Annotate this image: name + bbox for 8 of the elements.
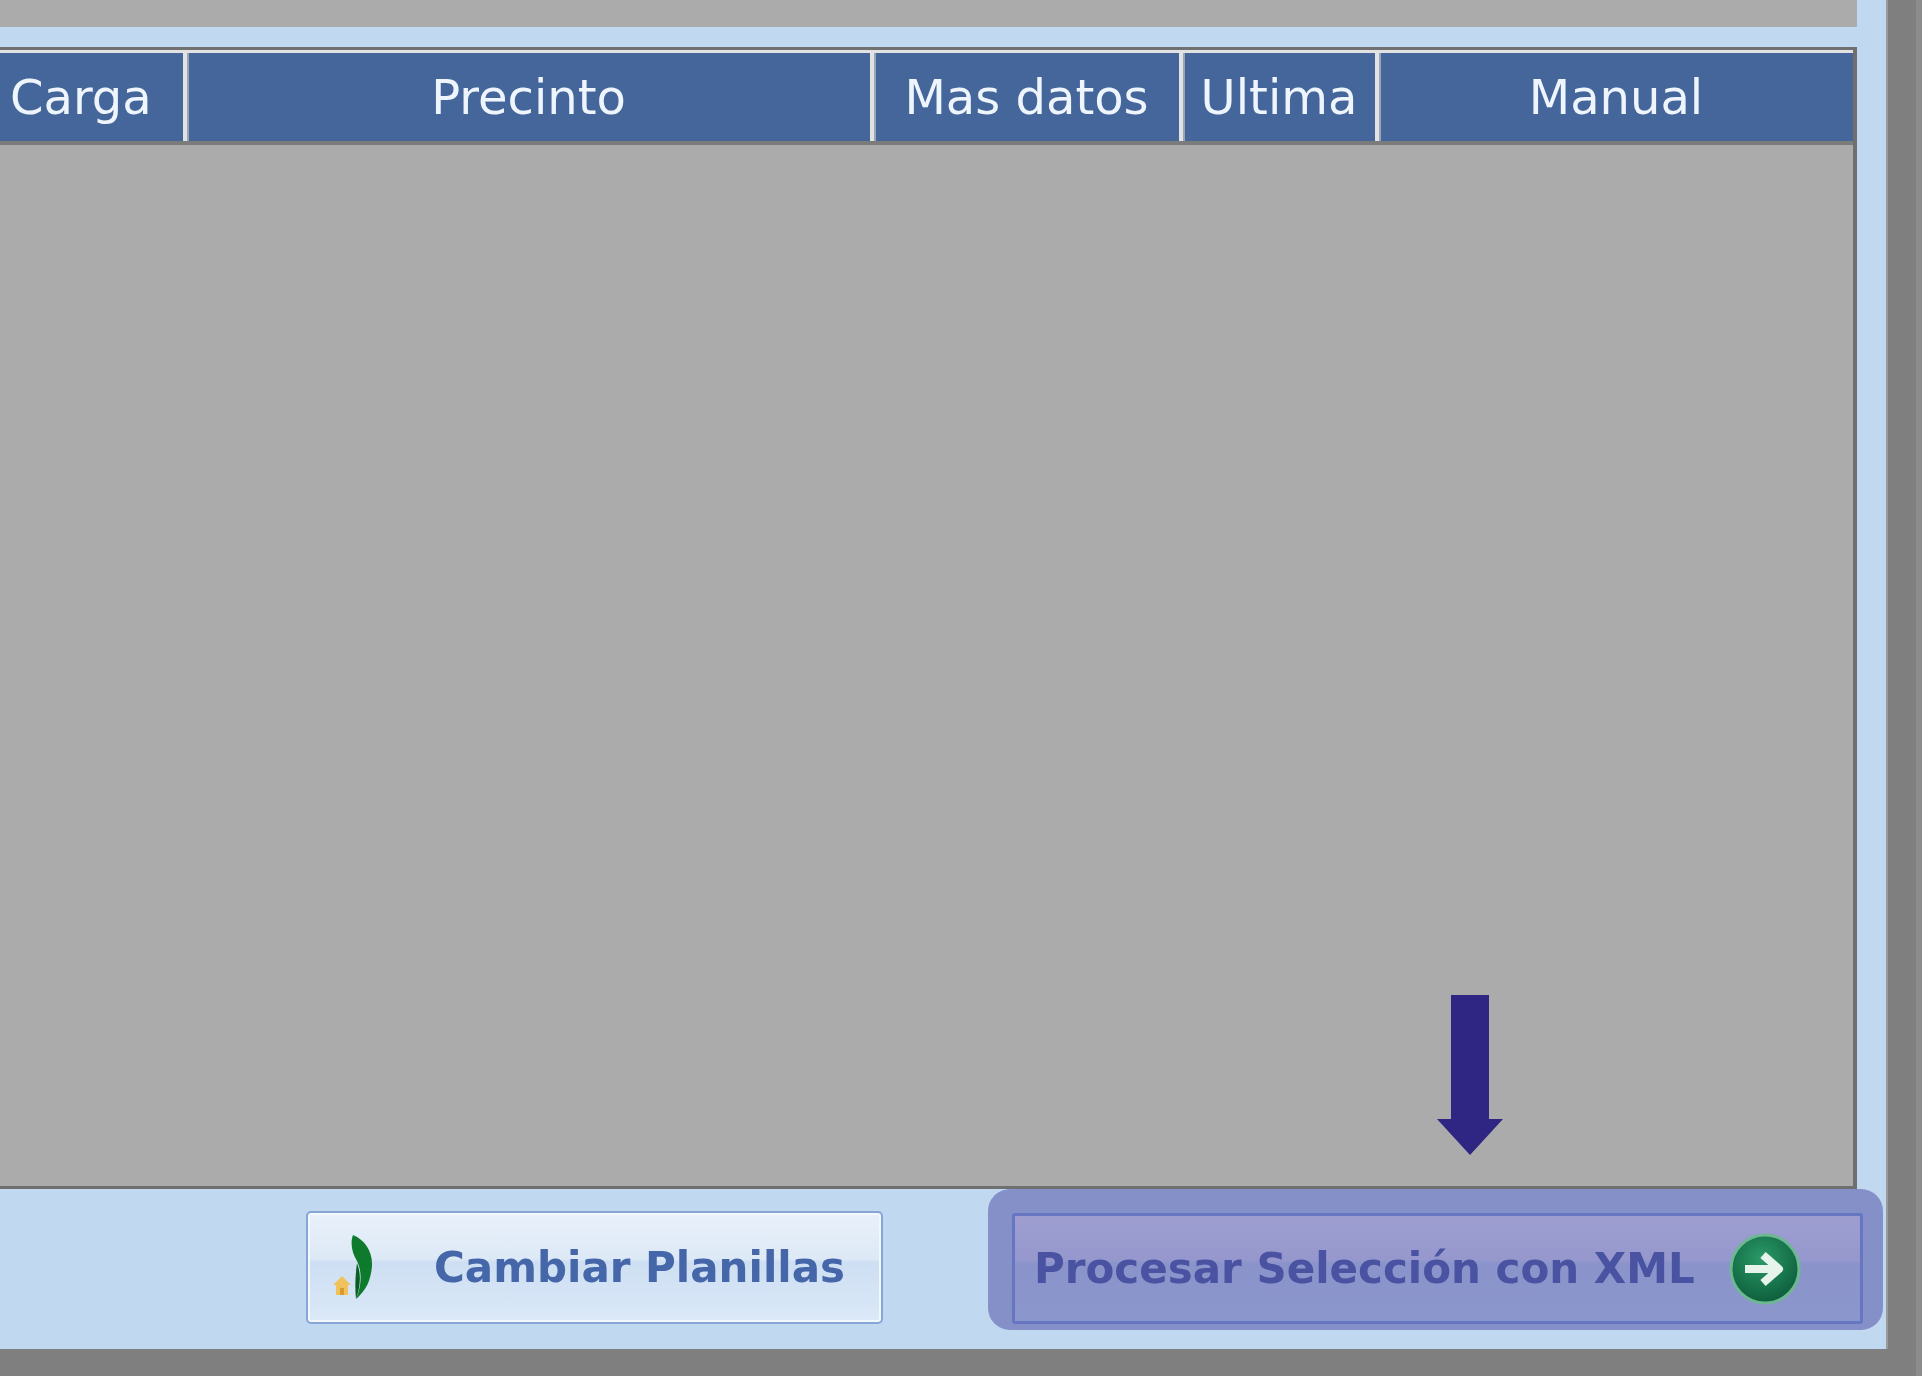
action-button[interactable]: Cambiar Planillas [306, 1211, 883, 1324]
column-header: Carga [0, 53, 183, 141]
column-header: Manual [1379, 53, 1853, 141]
action-button[interactable]: Procesar Selección con XML [1012, 1213, 1863, 1324]
column-header: Mas datos [874, 53, 1179, 141]
column-header: Precinto [187, 53, 870, 141]
right-arrow-circle-icon [1728, 1232, 1801, 1305]
column-header: Ultima [1183, 53, 1375, 141]
